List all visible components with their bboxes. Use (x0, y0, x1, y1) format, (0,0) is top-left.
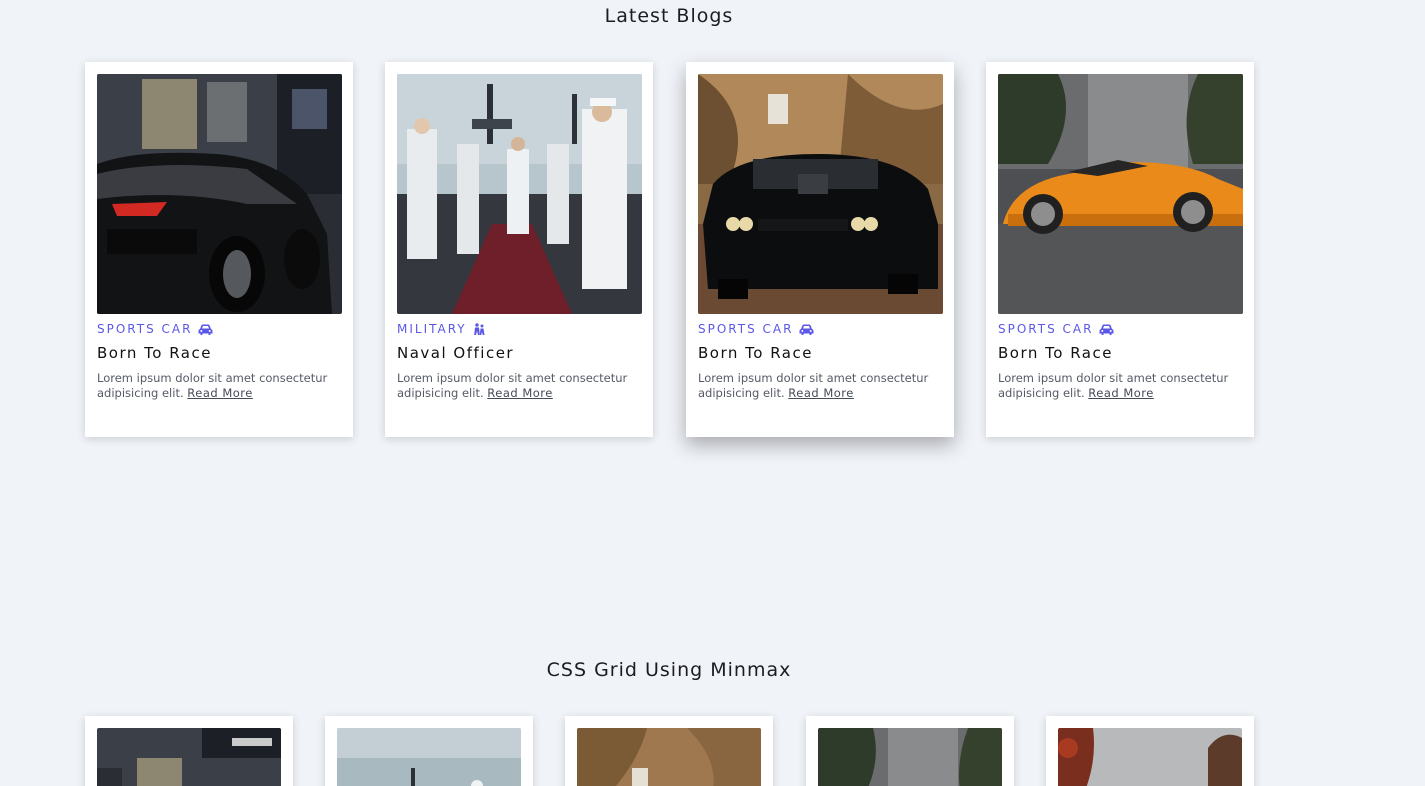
blog-card-category[interactable]: Military (397, 322, 485, 336)
minmax-grid-heading: CSS Grid Using Minmax (546, 659, 792, 681)
blog-card[interactable]: Sports Car Born To Race Lorem ipsum dolo… (85, 62, 353, 437)
blog-card-image (97, 74, 342, 314)
category-label: Sports Car (97, 322, 193, 336)
blog-card-category[interactable]: Sports Car (97, 322, 213, 336)
blog-card-description: Lorem ipsum dolor sit amet consectetur a… (97, 371, 337, 401)
category-label: Military (397, 322, 467, 336)
blog-card[interactable]: Military Naval Officer Lorem ipsum dolor… (385, 62, 653, 437)
read-more-link[interactable]: Read More (788, 386, 854, 400)
latest-blogs-heading: Latest Blogs (604, 5, 734, 27)
grid-card-image (818, 728, 1002, 786)
blog-card-image (698, 74, 943, 314)
blog-card[interactable]: Sports Car Born To Race Lorem ipsum dolo… (986, 62, 1254, 437)
grid-card[interactable] (565, 716, 773, 786)
category-label: Sports Car (698, 322, 794, 336)
blog-card[interactable]: Sports Car Born To Race Lorem ipsum dolo… (686, 62, 954, 437)
grid-card[interactable] (806, 716, 1014, 786)
grid-card[interactable] (1046, 716, 1254, 786)
car-icon (198, 324, 213, 335)
blog-card-category[interactable]: Sports Car (698, 322, 814, 336)
blog-card-title: Born To Race (97, 344, 212, 362)
car-icon (1099, 324, 1114, 335)
grid-card-image (337, 728, 521, 786)
blog-card-description: Lorem ipsum dolor sit amet consectetur a… (397, 371, 637, 401)
blog-card-description: Lorem ipsum dolor sit amet consectetur a… (998, 371, 1238, 401)
blog-card-title: Born To Race (998, 344, 1113, 362)
read-more-link[interactable]: Read More (1088, 386, 1154, 400)
blog-card-image (998, 74, 1243, 314)
grid-card[interactable] (325, 716, 533, 786)
page: Latest Blogs SPORTS CAR Born To Race Lor… (0, 0, 1425, 786)
category-label: Sports Car (998, 322, 1094, 336)
grid-card-image (1058, 728, 1242, 786)
car-icon (799, 324, 814, 335)
grid-card[interactable] (85, 716, 293, 786)
blog-card-title: Naval Officer (397, 344, 515, 362)
people-icon (473, 323, 485, 335)
blog-card-description: Lorem ipsum dolor sit amet consectetur a… (698, 371, 938, 401)
read-more-link[interactable]: Read More (187, 386, 253, 400)
read-more-link[interactable]: Read More (487, 386, 553, 400)
blog-card-image (397, 74, 642, 314)
blog-card-title: Born To Race (698, 344, 813, 362)
blog-card-category[interactable]: Sports Car (998, 322, 1114, 336)
grid-card-image (577, 728, 761, 786)
grid-card-image (97, 728, 281, 786)
